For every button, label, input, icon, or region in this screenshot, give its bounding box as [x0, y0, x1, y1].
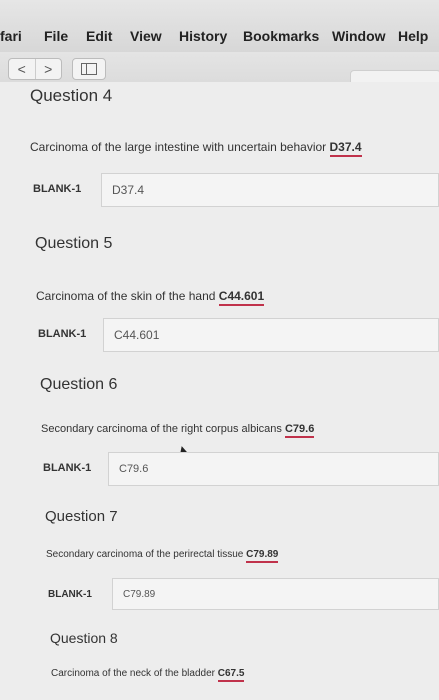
menu-history[interactable]: History [179, 28, 227, 44]
answer-input[interactable] [108, 452, 439, 486]
nav-buttons: < > [8, 58, 62, 80]
menu-view[interactable]: View [130, 28, 162, 44]
blank-label: BLANK-1 [33, 183, 82, 195]
menu-edit[interactable]: Edit [86, 28, 112, 44]
blank-label: BLANK-1 [38, 328, 87, 340]
blank-label: BLANK-1 [43, 462, 92, 474]
question-prompt: Carcinoma of the skin of the hand [36, 289, 216, 303]
question-text: Secondary carcinoma of the perirectal ti… [46, 549, 279, 563]
question-prompt: Carcinoma of the large intestine with un… [30, 140, 327, 154]
correct-code: C79.6 [284, 423, 315, 438]
back-button[interactable]: < [9, 59, 35, 79]
menu-bookmarks[interactable]: Bookmarks [243, 28, 319, 44]
menu-file[interactable]: File [44, 28, 68, 44]
question-title: Question 7 [45, 508, 118, 525]
question-title: Question 5 [35, 235, 113, 252]
question-text: Carcinoma of the neck of the bladder C67… [51, 668, 245, 682]
question-prompt: Secondary carcinoma of the perirectal ti… [46, 549, 244, 560]
blank-label: BLANK-1 [48, 589, 92, 600]
question-title: Question 4 [30, 86, 113, 105]
question-prompt: Carcinoma of the neck of the bladder [51, 668, 215, 679]
sidebar-icon [81, 63, 97, 75]
menu-app-name[interactable]: fari [0, 28, 22, 44]
menu-window[interactable]: Window [332, 28, 386, 44]
answer-input[interactable] [103, 318, 439, 352]
answer-input[interactable] [101, 173, 439, 207]
question-title: Question 6 [40, 376, 118, 393]
forward-button[interactable]: > [34, 59, 62, 79]
correct-code: C67.5 [217, 668, 245, 682]
question-prompt: Secondary carcinoma of the right corpus … [41, 423, 282, 435]
question-text: Carcinoma of the large intestine with un… [30, 140, 362, 157]
correct-code: C79.89 [246, 549, 279, 563]
correct-code: C44.601 [218, 289, 265, 306]
correct-code: D37.4 [329, 140, 362, 157]
menu-help[interactable]: Help [398, 28, 428, 44]
question-text: Carcinoma of the skin of the hand C44.60… [36, 289, 265, 306]
answer-input[interactable] [112, 578, 439, 610]
sidebar-toggle-button[interactable] [72, 58, 106, 80]
menu-bar: fari File Edit View History Bookmarks Wi… [0, 0, 439, 52]
question-text: Secondary carcinoma of the right corpus … [41, 423, 315, 438]
question-title: Question 8 [50, 630, 118, 646]
